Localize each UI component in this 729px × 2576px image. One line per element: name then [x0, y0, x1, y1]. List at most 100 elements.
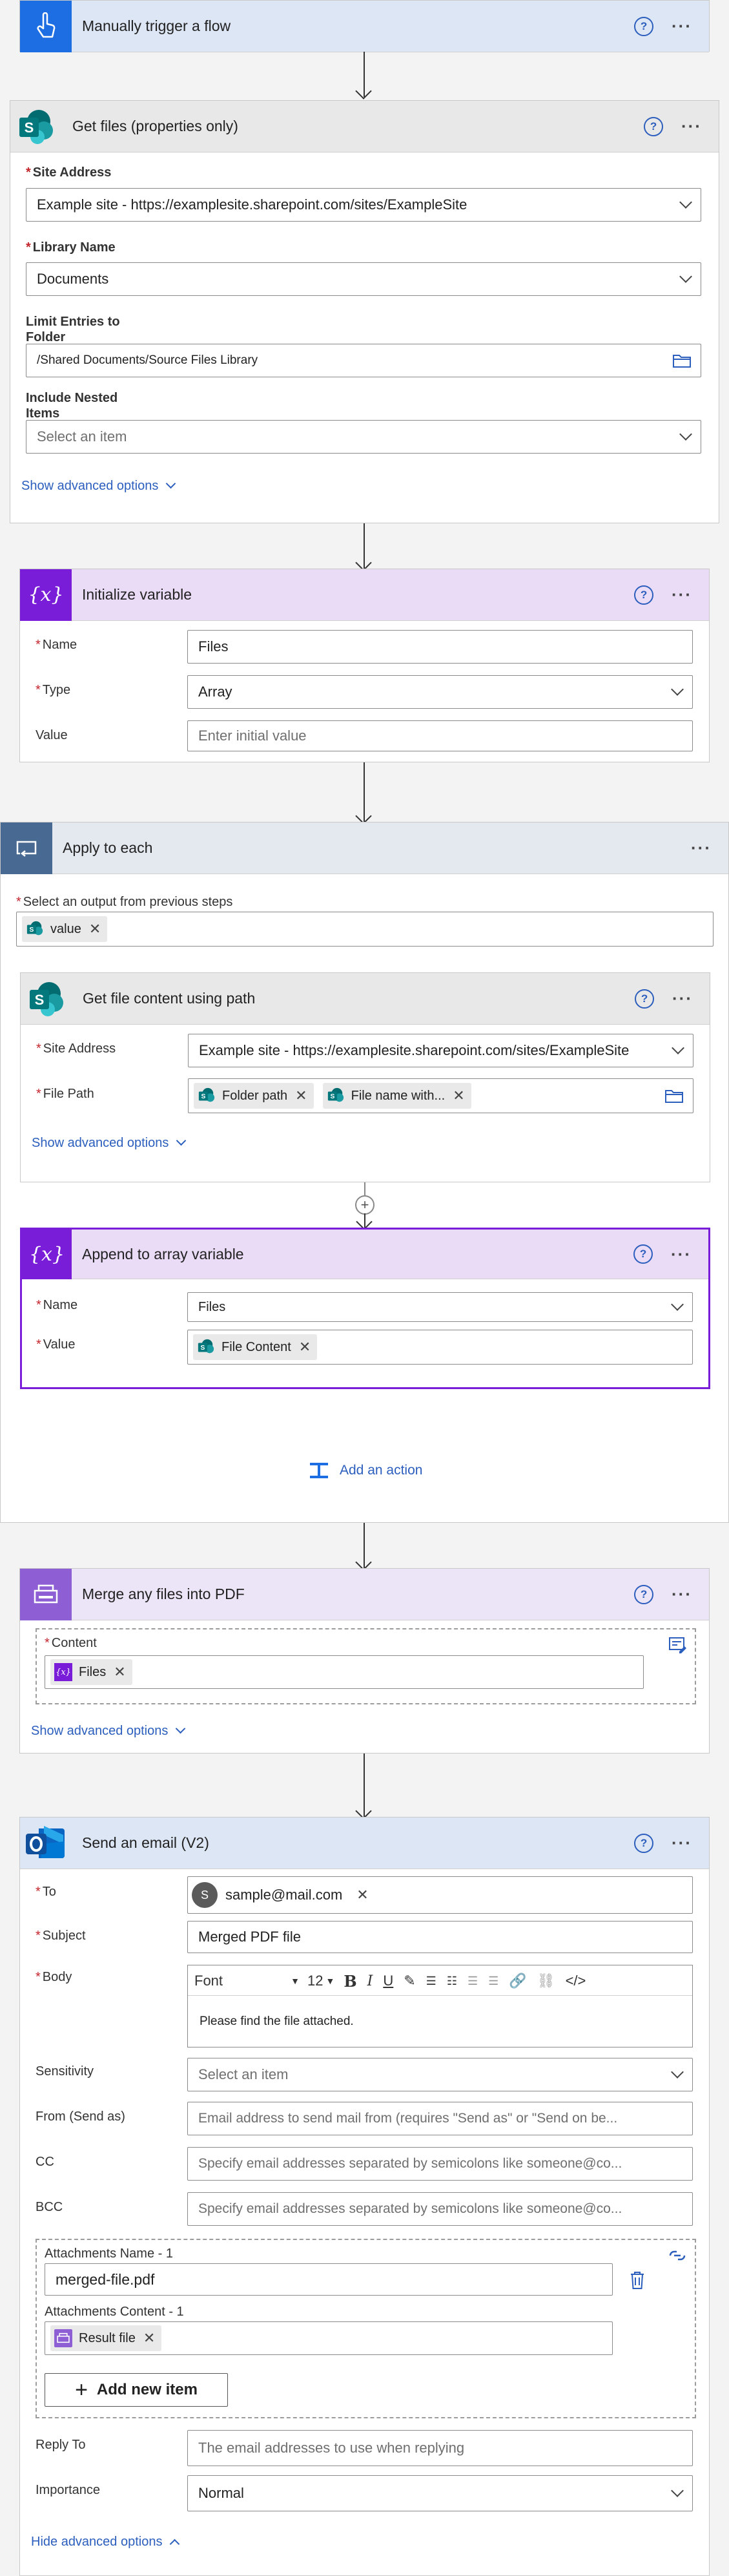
italic-button[interactable]: I	[367, 1973, 373, 1989]
attachments-content-input[interactable]: Result file ✕	[45, 2321, 613, 2355]
site-address-dropdown[interactable]: Example site - https://examplesite.share…	[26, 188, 701, 222]
variable-value-input[interactable]: Enter initial value	[187, 720, 693, 751]
help-icon[interactable]: ?	[633, 1244, 653, 1264]
show-advanced-options-link[interactable]: Show advanced options	[32, 1135, 187, 1151]
help-icon[interactable]: ?	[634, 1833, 654, 1853]
subject-input[interactable]: Merged PDF file	[187, 1921, 693, 1953]
variable-name-input[interactable]: Files	[187, 630, 693, 664]
reply-to-placeholder: The email addresses to use when replying	[198, 2440, 465, 2456]
insert-step-button[interactable]: +	[355, 1195, 375, 1215]
file-path-input[interactable]: S Folder path ✕ S File name with... ✕	[188, 1078, 693, 1113]
switch-input-mode-icon[interactable]	[668, 2248, 687, 2263]
sensitivity-dropdown[interactable]: Select an item	[187, 2058, 693, 2091]
more-options-icon[interactable]: ···	[672, 16, 692, 36]
bcc-input[interactable]: Specify email addresses separated by sem…	[187, 2192, 693, 2226]
initialize-variable-header[interactable]: {x} Initialize variable ? ···	[20, 569, 709, 621]
highlight-icon[interactable]: ✎	[404, 1973, 415, 1989]
variable-type-dropdown[interactable]: Array	[187, 675, 693, 709]
importance-dropdown[interactable]: Normal	[187, 2475, 693, 2511]
show-advanced-options-link[interactable]: Show advanced options	[21, 478, 176, 494]
delete-icon[interactable]	[628, 2270, 646, 2290]
attachments-name-input[interactable]: merged-file.pdf	[45, 2263, 613, 2296]
get-files-card[interactable]: S Get files (properties only) ? ··· * Sit…	[10, 100, 719, 523]
more-options-icon[interactable]: ···	[672, 989, 693, 1009]
files-token[interactable]: {x} Files ✕	[50, 1659, 132, 1685]
select-output-input[interactable]: S value ✕	[16, 912, 714, 947]
content-label: * Content	[45, 1636, 97, 1650]
apply-to-each-card[interactable]: Apply to each ··· * Select an output from…	[0, 822, 729, 1523]
attachments-content-label: Attachments Content - 1	[45, 2305, 184, 2319]
append-array-header[interactable]: {x} Append to array variable ? ···	[22, 1229, 708, 1279]
body-editor[interactable]: Font ▼ 12 ▼ B I U ✎ ☰ ☷ ☰ ☰ 🔗 ⛓ </> Plea…	[187, 1965, 693, 2047]
merge-pdf-card[interactable]: Merge any files into PDF ? ··· * Content …	[19, 1568, 710, 1754]
increase-indent-icon[interactable]: ☰	[488, 1974, 498, 1988]
remove-recipient-icon[interactable]: ✕	[356, 1887, 368, 1903]
hide-advanced-options-link[interactable]: Hide advanced options	[31, 2535, 180, 2550]
trigger-header[interactable]: Manually trigger a flow ? ···	[20, 0, 709, 52]
get-files-header[interactable]: S Get files (properties only) ? ···	[10, 101, 719, 152]
reply-to-label: Reply To	[36, 2438, 86, 2452]
folder-icon[interactable]	[664, 1088, 684, 1104]
merge-pdf-header[interactable]: Merge any files into PDF ? ···	[20, 1568, 709, 1620]
get-file-content-card[interactable]: S Get file content using path ? ··· * Sit…	[20, 972, 710, 1182]
help-icon[interactable]: ?	[634, 585, 654, 605]
value-token[interactable]: S value ✕	[22, 916, 108, 942]
printer-icon	[54, 2329, 72, 2347]
more-options-icon[interactable]: ···	[672, 1584, 692, 1604]
underline-button[interactable]: U	[383, 1973, 393, 1989]
result-file-token[interactable]: Result file ✕	[50, 2325, 162, 2351]
remove-token-icon[interactable]: ✕	[143, 2330, 155, 2347]
variable-name-dropdown[interactable]: Files	[187, 1292, 693, 1322]
send-email-card[interactable]: Send an email (V2) ? ··· * To S sample@ma…	[19, 1817, 710, 2576]
add-action-button[interactable]: Add an action	[307, 1459, 422, 1482]
unlink-icon[interactable]: ⛓	[537, 1973, 555, 1989]
content-input[interactable]: {x} Files ✕	[45, 1655, 644, 1689]
remove-token-icon[interactable]: ✕	[299, 1339, 311, 1356]
more-options-icon[interactable]: ···	[691, 838, 712, 858]
font-size-select[interactable]: 12 ▼	[307, 1973, 334, 1989]
initialize-variable-card[interactable]: {x} Initialize variable ? ··· * Name File…	[19, 569, 710, 762]
remove-token-icon[interactable]: ✕	[295, 1087, 307, 1104]
trigger-card[interactable]: Manually trigger a flow ? ···	[19, 0, 710, 52]
folder-icon[interactable]	[672, 353, 692, 368]
send-email-header[interactable]: Send an email (V2) ? ···	[20, 1817, 709, 1869]
folder-path-token[interactable]: S Folder path ✕	[194, 1083, 314, 1109]
limit-folder-input[interactable]: /Shared Documents/Source Files Library	[26, 344, 701, 377]
help-icon[interactable]: ?	[644, 116, 664, 136]
font-family-select[interactable]: Font ▼	[194, 1973, 307, 1989]
library-name-dropdown[interactable]: Documents	[26, 262, 701, 296]
file-name-token[interactable]: S File name with... ✕	[322, 1083, 471, 1109]
bold-button[interactable]: B	[344, 1972, 356, 1991]
remove-token-icon[interactable]: ✕	[114, 1664, 125, 1681]
help-icon[interactable]: ?	[635, 989, 655, 1009]
remove-token-icon[interactable]: ✕	[453, 1087, 464, 1104]
numbered-list-icon[interactable]: ☷	[447, 1974, 457, 1988]
more-options-icon[interactable]: ···	[681, 116, 702, 136]
from-input[interactable]: Email address to send mail from (require…	[187, 2102, 693, 2135]
add-new-item-button[interactable]: + Add new item	[45, 2373, 228, 2407]
more-options-icon[interactable]: ···	[672, 1833, 692, 1853]
reply-to-input[interactable]: The email addresses to use when replying	[187, 2430, 693, 2466]
append-value-input[interactable]: S File Content ✕	[187, 1330, 693, 1365]
recipient-chip[interactable]: S sample@mail.com ✕	[192, 1882, 369, 1908]
bullet-list-icon[interactable]: ☰	[426, 1974, 436, 1988]
more-options-icon[interactable]: ···	[671, 1244, 692, 1264]
more-options-icon[interactable]: ···	[672, 585, 692, 605]
to-input[interactable]: S sample@mail.com ✕	[187, 1876, 693, 1914]
help-icon[interactable]: ?	[634, 16, 654, 36]
append-array-card[interactable]: {x} Append to array variable ? ··· * Name…	[20, 1228, 710, 1389]
site-address-dropdown[interactable]: Example site - https://examplesite.share…	[188, 1034, 693, 1067]
help-icon[interactable]: ?	[634, 1584, 654, 1604]
nested-items-dropdown[interactable]: Select an item	[26, 420, 701, 454]
apply-to-each-header[interactable]: Apply to each ···	[1, 822, 728, 874]
remove-token-icon[interactable]: ✕	[89, 921, 101, 937]
show-advanced-options-link[interactable]: Show advanced options	[31, 1723, 186, 1739]
link-icon[interactable]: 🔗	[509, 1973, 526, 1989]
cc-input[interactable]: Specify email addresses separated by sem…	[187, 2147, 693, 2181]
code-view-icon[interactable]: </>	[566, 1973, 586, 1989]
file-content-token[interactable]: S File Content ✕	[193, 1334, 318, 1360]
decrease-indent-icon[interactable]: ☰	[467, 1974, 478, 1988]
chevron-down-icon	[176, 1135, 187, 1146]
get-file-content-header[interactable]: S Get file content using path ? ···	[21, 973, 710, 1025]
switch-input-mode-icon[interactable]	[668, 1636, 687, 1655]
